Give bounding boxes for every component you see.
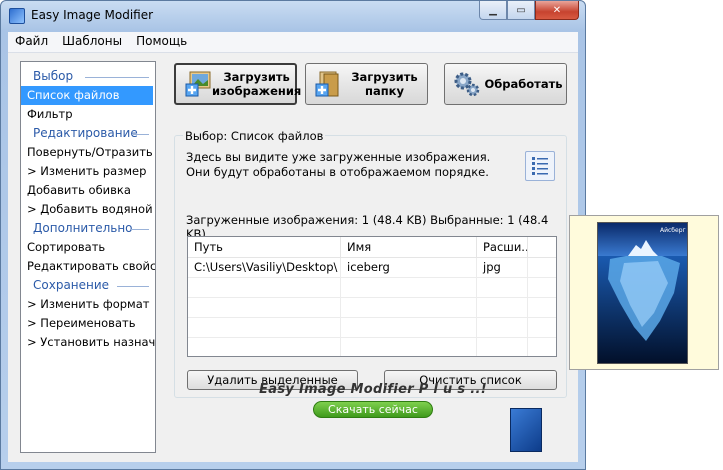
download-now-button[interactable]: Скачать сейчас [313, 401, 433, 418]
cell-ext: jpg [477, 258, 528, 277]
images-icon [184, 70, 212, 98]
sidebar: Выбор Список файлов Фильтр Редактировани… [20, 61, 156, 453]
sidebar-item-destination[interactable]: > Установить назначе... [21, 333, 155, 352]
client-area: Файл Шаблоны Помощь Выбор Список файлов … [8, 32, 578, 462]
view-mode-button[interactable] [525, 151, 555, 181]
sidebar-item-watermark[interactable]: > Добавить водяной з... [21, 200, 155, 219]
empty-row [188, 278, 556, 298]
file-list-panel: Выбор: Список файлов Здесь вы видите уже… [174, 129, 567, 398]
minimize-icon: ▁ [489, 4, 497, 16]
file-table[interactable]: Путь Имя Расши... C:\Users\Vasiliy\Deskt… [187, 236, 557, 357]
sidebar-item-format[interactable]: > Изменить формат [21, 295, 155, 314]
minimize-button[interactable]: ▁ [479, 1, 507, 20]
load-images-label: Загрузить изображения [212, 70, 302, 98]
sidebar-group-extra: Дополнительно [21, 219, 155, 238]
menu-bar: Файл Шаблоны Помощь [8, 32, 578, 53]
sidebar-item-padding[interactable]: Добавить обивка [21, 181, 155, 200]
sidebar-group-edit: Редактирование [21, 124, 155, 143]
column-ext[interactable]: Расши... [477, 237, 528, 257]
window-title: Easy Image Modifier [31, 8, 154, 22]
sidebar-item-filter[interactable]: Фильтр [21, 105, 155, 124]
cell-path: C:\Users\Vasiliy\Desktop\ [188, 258, 341, 277]
table-header: Путь Имя Расши... [188, 237, 556, 258]
sidebar-item-properties[interactable]: Редактировать свойст... [21, 257, 155, 276]
image-preview-tooltip: Aйсберг [569, 215, 719, 370]
load-folder-label: Загрузить папку [351, 70, 418, 98]
sidebar-group-select: Выбор [21, 67, 155, 86]
cell-name: iceberg [341, 258, 477, 277]
sidebar-group-save: Сохранение [21, 276, 155, 295]
sidebar-item-file-list[interactable]: Список файлов [21, 86, 153, 105]
thumbnail-watermark: Aйсберг [660, 227, 686, 234]
load-images-button[interactable]: Загрузить изображения [174, 63, 301, 105]
menu-templates[interactable]: Шаблоны [55, 32, 129, 52]
empty-row [188, 338, 556, 356]
list-view-icon [532, 157, 548, 175]
folder-icon [314, 70, 342, 98]
empty-row [188, 298, 556, 318]
maximize-icon: ▭ [516, 4, 526, 16]
maximize-button[interactable]: ▭ [507, 1, 535, 20]
menu-help[interactable]: Помощь [129, 32, 194, 52]
column-path[interactable]: Путь [188, 237, 341, 257]
sidebar-item-rotate[interactable]: Повернуть/Отразить [21, 143, 155, 162]
menu-file[interactable]: Файл [8, 32, 55, 52]
title-bar[interactable]: Easy Image Modifier ▁ ▭ ✕ [1, 1, 585, 31]
process-label: Обработать [484, 77, 563, 91]
close-icon: ✕ [552, 4, 562, 16]
iceberg-thumbnail: Aйсберг [597, 222, 688, 364]
table-row[interactable]: C:\Users\Vasiliy\Desktop\ iceberg jpg [188, 258, 556, 278]
sidebar-item-sort[interactable]: Сортировать [21, 238, 155, 257]
process-button[interactable]: Обработать [444, 63, 567, 105]
sidebar-item-rename[interactable]: > Переименовать [21, 314, 155, 333]
panel-description: Здесь вы видите уже загруженные изображе… [186, 150, 491, 179]
promo-title: Easy Image Modifier P l u s ..! [259, 382, 487, 397]
product-box-icon[interactable] [510, 408, 542, 452]
caption-buttons: ▁ ▭ ✕ [479, 1, 579, 21]
gears-icon [453, 70, 481, 98]
close-button[interactable]: ✕ [535, 1, 579, 20]
panel-title: Выбор: Список файлов [183, 129, 326, 143]
empty-row [188, 318, 556, 338]
load-folder-button[interactable]: Загрузить папку [305, 63, 428, 105]
column-name[interactable]: Имя [341, 237, 477, 257]
promo-area: Easy Image Modifier P l u s ..! Скачать … [258, 382, 488, 418]
sidebar-item-resize[interactable]: > Изменить размер [21, 162, 155, 181]
app-icon [9, 8, 25, 24]
app-window: Easy Image Modifier ▁ ▭ ✕ Файл Шаблоны П… [0, 0, 586, 470]
